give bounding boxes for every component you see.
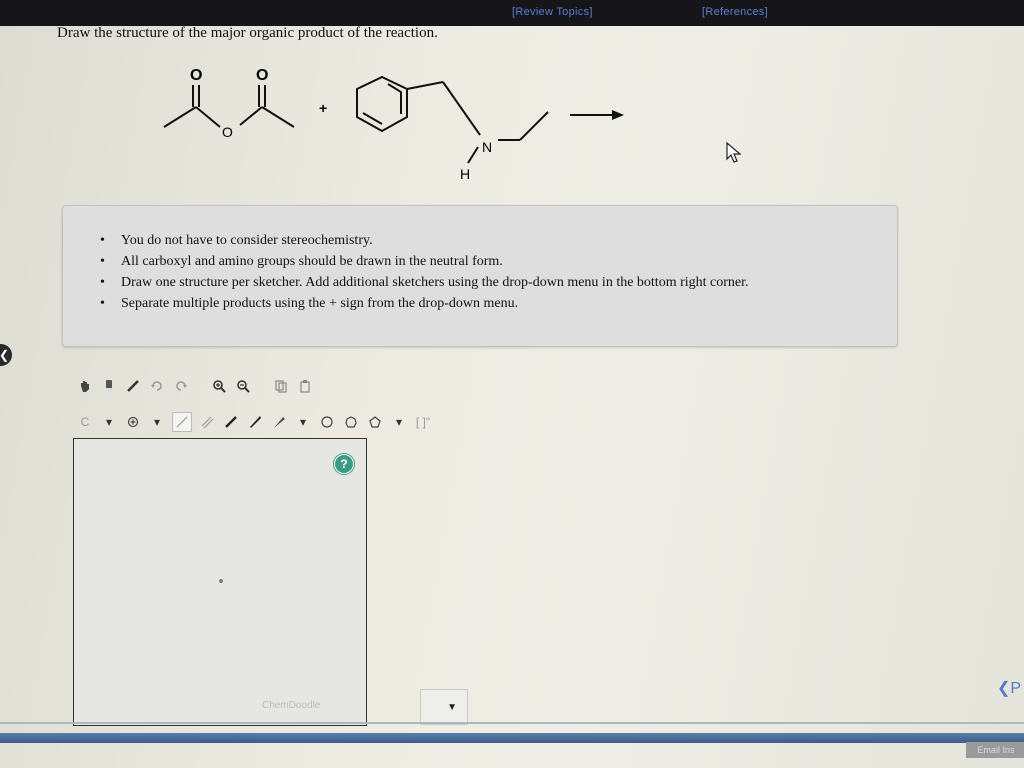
heptagon-ring-icon[interactable] (342, 413, 360, 431)
instruction-item: • Separate multiple products using the + … (100, 296, 519, 311)
dropdown-caret-icon[interactable]: ▾ (100, 413, 118, 431)
element-button[interactable]: C (76, 413, 94, 431)
previous-button[interactable]: ❮P (997, 678, 1021, 698)
question-prompt: Draw the structure of the major organic … (57, 25, 438, 41)
chevron-left-icon[interactable]: ❮ (0, 344, 12, 366)
review-topics-link[interactable]: [Review Topics] (512, 6, 593, 18)
dropdown-caret-icon[interactable]: ▾ (294, 413, 312, 431)
double-bond-icon[interactable] (198, 413, 216, 431)
acetic-anhydride-structure (163, 85, 295, 128)
instruction-item: • You do not have to consider stereochemi… (100, 233, 373, 248)
sketcher-toolbar-bottom: C ▾ ▾ ▾ ▾ [ ]" (76, 410, 432, 434)
wedge-bond-icon[interactable] (246, 413, 264, 431)
atom-o-top-left: O (190, 67, 202, 84)
instructions-list: • You do not have to consider stereochemi… (63, 230, 897, 314)
atom-h: H (460, 166, 470, 182)
instructions-box: • You do not have to consider stereochemi… (62, 205, 898, 347)
plus-sign: + (319, 100, 327, 116)
email-instructor-button[interactable]: Email Ins (966, 742, 1024, 758)
help-icon[interactable]: ? (334, 454, 354, 474)
cursor-icon (726, 142, 742, 163)
charge-icon[interactable] (124, 413, 142, 431)
reaction-arrow (570, 110, 624, 120)
sketcher-dropdown[interactable]: ▼ (420, 689, 468, 725)
pencil-icon[interactable] (124, 377, 142, 395)
undo-icon[interactable] (148, 377, 166, 395)
divider (0, 722, 1024, 724)
hexagon-ring-icon[interactable] (318, 413, 336, 431)
instruction-item: • Draw one structure per sketcher. Add ad… (100, 275, 749, 290)
reaction-scheme: O O O + N H (163, 67, 624, 182)
dropdown-caret-icon[interactable]: ▾ (390, 413, 408, 431)
dropdown-caret-icon[interactable]: ▾ (148, 413, 166, 431)
triple-bond-icon[interactable] (222, 413, 240, 431)
bracket-button[interactable]: [ ]" (414, 413, 432, 431)
atom-n: N (482, 139, 492, 155)
eraser-icon[interactable] (100, 377, 118, 395)
paste-icon[interactable] (296, 377, 314, 395)
benzylethylamine-structure (356, 75, 549, 164)
wedge-bond-icon[interactable] (270, 413, 288, 431)
dropdown-caret-icon: ▼ (447, 702, 457, 713)
atom-o-bridge: O (222, 124, 233, 140)
references-link[interactable]: [References] (702, 6, 768, 18)
chemdoodle-watermark: ChemDoodle (262, 700, 321, 711)
canvas-dot (219, 579, 223, 583)
single-bond-icon[interactable] (172, 412, 192, 432)
copy-icon[interactable] (272, 377, 290, 395)
instruction-item: • All carboxyl and amino groups should be… (100, 254, 503, 269)
top-bar: [Review Topics] [References] (0, 0, 1024, 26)
zoom-out-icon[interactable] (234, 377, 252, 395)
pentagon-ring-icon[interactable] (366, 413, 384, 431)
zoom-in-icon[interactable] (210, 377, 228, 395)
bottom-bar (0, 733, 1024, 743)
hand-icon[interactable] (76, 377, 94, 395)
redo-icon[interactable] (172, 377, 190, 395)
sketcher-toolbar-top (76, 374, 314, 398)
atom-o-top-right: O (256, 67, 268, 84)
